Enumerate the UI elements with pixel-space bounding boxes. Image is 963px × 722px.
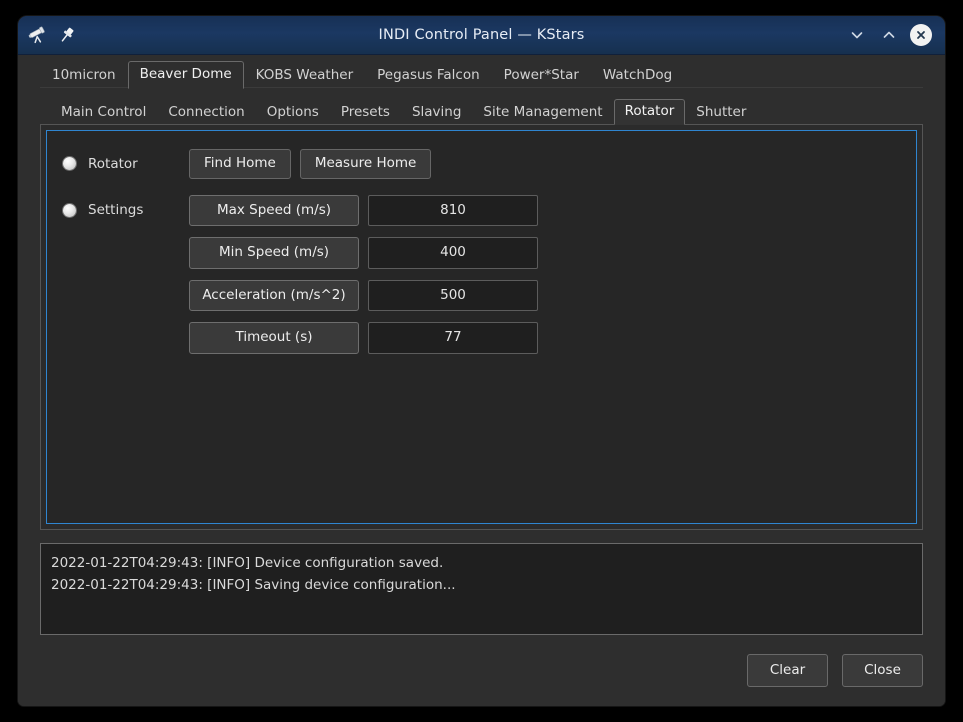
minimize-button[interactable] (846, 24, 868, 46)
clear-button[interactable]: Clear (747, 653, 828, 688)
property-row-settings-max-speed: Settings Max Speed (m/s) 810 (47, 194, 916, 226)
dialog-footer: Clear Close (18, 635, 945, 706)
property-row-settings-timeout: Timeout (s) 77 (47, 322, 916, 354)
timeout-input[interactable]: 77 (368, 322, 538, 354)
title-bar-icons (18, 25, 77, 45)
timeout-field-group: Timeout (s) 77 (189, 322, 538, 354)
indi-control-panel-window: INDI Control Panel — KStars 10micron Bea… (18, 16, 945, 706)
maximize-button[interactable] (878, 24, 900, 46)
device-tab-watchdog[interactable]: WatchDog (591, 62, 684, 90)
row-spacer (47, 311, 916, 322)
close-button[interactable] (910, 24, 932, 46)
device-tab-10micron[interactable]: 10micron (40, 62, 128, 90)
device-tab-power-star[interactable]: Power*Star (492, 62, 591, 90)
max-speed-label[interactable]: Max Speed (m/s) (189, 194, 359, 226)
max-speed-field-group: Max Speed (m/s) 810 (189, 194, 538, 226)
acceleration-input[interactable]: 500 (368, 279, 538, 311)
acceleration-label[interactable]: Acceleration (m/s^2) (189, 279, 359, 311)
settings-label-text: Settings (88, 202, 144, 219)
tab-shutter[interactable]: Shutter (685, 100, 757, 126)
window-title: INDI Control Panel — KStars (378, 27, 585, 43)
property-tab-bar: Main Control Connection Options Presets … (40, 96, 923, 126)
rotator-property-scroll-area[interactable]: Rotator Find Home Measure Home Settings (46, 130, 917, 524)
close-icon (910, 24, 932, 46)
tab-options[interactable]: Options (256, 100, 330, 126)
window-body: 10micron Beaver Dome KOBS Weather Pegasu… (18, 55, 945, 706)
property-area: Main Control Connection Options Presets … (40, 96, 923, 530)
tab-presets[interactable]: Presets (330, 100, 401, 126)
property-row-rotator: Rotator Find Home Measure Home (47, 149, 916, 179)
min-speed-field-group: Min Speed (m/s) 400 (189, 237, 538, 269)
find-home-button[interactable]: Find Home (189, 149, 291, 179)
device-tab-pegasus-falcon[interactable]: Pegasus Falcon (365, 62, 492, 90)
timeout-label[interactable]: Timeout (s) (189, 322, 359, 354)
max-speed-input[interactable]: 810 (368, 194, 538, 226)
tab-rotator[interactable]: Rotator (613, 98, 686, 125)
measure-home-button[interactable]: Measure Home (299, 149, 432, 179)
property-row-settings-min-speed: Min Speed (m/s) 400 (47, 237, 916, 269)
rotator-status-led (63, 157, 76, 171)
min-speed-label[interactable]: Min Speed (m/s) (189, 237, 359, 269)
tab-main-control[interactable]: Main Control (50, 100, 157, 126)
row-spacer (47, 269, 916, 280)
tab-site-management[interactable]: Site Management (472, 100, 613, 126)
acceleration-field-group: Acceleration (m/s^2) 500 (189, 279, 538, 311)
rotator-group-label: Rotator (63, 156, 189, 172)
property-frame: Rotator Find Home Measure Home Settings (40, 124, 923, 530)
min-speed-input[interactable]: 400 (368, 237, 538, 269)
device-tab-bar: 10micron Beaver Dome KOBS Weather Pegasu… (18, 55, 945, 90)
tab-slaving[interactable]: Slaving (401, 100, 472, 126)
rotator-label-text: Rotator (88, 155, 138, 172)
tab-connection[interactable]: Connection (157, 100, 255, 126)
property-row-settings-acceleration: Acceleration (m/s^2) 500 (47, 279, 916, 311)
log-output[interactable]: 2022-01-22T04:29:43: [INFO] Device confi… (40, 543, 923, 635)
pin-icon[interactable] (57, 25, 77, 45)
window-controls (846, 24, 945, 46)
rotator-buttons: Find Home Measure Home (189, 149, 432, 179)
close-dialog-button[interactable]: Close (842, 653, 923, 688)
log-line: 2022-01-22T04:29:43: [INFO] Saving devic… (51, 577, 456, 593)
title-bar[interactable]: INDI Control Panel — KStars (18, 16, 945, 55)
row-spacer (47, 226, 916, 237)
log-line: 2022-01-22T04:29:43: [INFO] Device confi… (51, 555, 444, 571)
device-tab-beaver-dome[interactable]: Beaver Dome (127, 60, 244, 89)
settings-status-led (63, 203, 76, 217)
settings-group-label: Settings (63, 202, 189, 218)
device-tab-kobs-weather[interactable]: KOBS Weather (244, 62, 365, 90)
telescope-icon (28, 25, 48, 45)
